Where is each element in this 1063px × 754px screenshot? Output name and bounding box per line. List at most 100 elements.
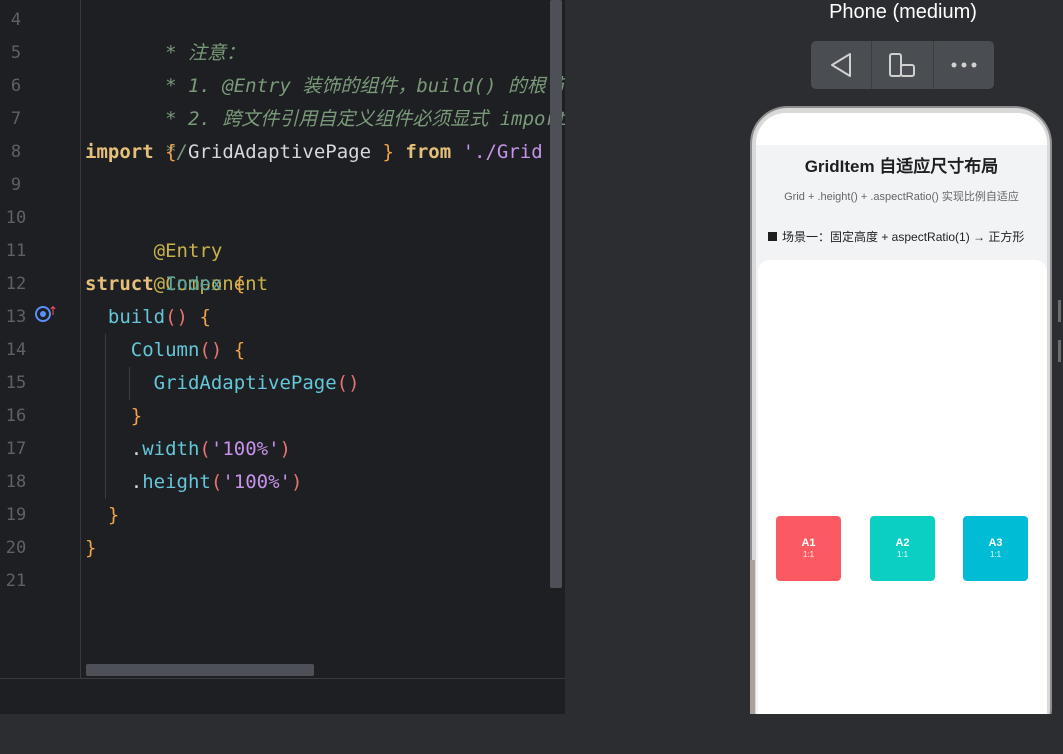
brace: } xyxy=(130,405,143,427)
function-name: GridAdaptivePage xyxy=(153,372,337,394)
grid-item-a2[interactable]: A2 1:1 xyxy=(870,516,935,581)
string-literal: './Grid xyxy=(462,141,543,163)
code-line-8[interactable]: import { GridAdaptivePage } from './Grid xyxy=(85,136,543,169)
string-literal: '100%' xyxy=(210,438,280,460)
brace: } xyxy=(382,141,394,163)
brace: { xyxy=(199,306,211,328)
line-number: 18 xyxy=(5,472,27,492)
line-number: 20 xyxy=(5,538,27,558)
line-gutter[interactable]: 4 5 6 7 8 9 10 11 12 13 14 15 16 17 18 1… xyxy=(0,0,80,678)
back-button[interactable] xyxy=(811,41,873,89)
code-editor[interactable]: 4 5 6 7 8 9 10 11 12 13 14 15 16 17 18 1… xyxy=(0,0,565,678)
grid-item-ratio: 1:1 xyxy=(802,550,815,559)
line-number: 13 xyxy=(5,307,27,327)
page-title: GridItem 自适应尺寸布局 xyxy=(804,157,999,176)
code-line-19[interactable]: } xyxy=(85,499,119,532)
code-line-11[interactable]: @Component xyxy=(85,235,268,295)
grid-item-name: A1 xyxy=(801,537,816,549)
code-line-5[interactable]: * 1. @Entry 装饰的组件，build() 的根节点必须 xyxy=(85,37,565,97)
line-number: 17 xyxy=(5,439,27,459)
vertical-scrollbar[interactable] xyxy=(550,0,562,588)
line-number: 9 xyxy=(10,175,22,195)
line-number: 12 xyxy=(5,274,27,294)
line-number: 8 xyxy=(10,142,22,162)
brace: { xyxy=(233,273,246,295)
app-window: 4 5 6 7 8 9 10 11 12 13 14 15 16 17 18 1… xyxy=(0,0,1063,754)
parens: () xyxy=(165,306,188,328)
grid-item-ratio: 1:1 xyxy=(896,550,909,559)
function-name: Column xyxy=(130,339,200,361)
line-number: 16 xyxy=(5,406,27,426)
implements-arrow-icon: ↑ xyxy=(48,304,59,318)
horizontal-scrollbar[interactable] xyxy=(86,664,314,676)
code-line-20[interactable]: } xyxy=(85,532,96,565)
more-icon xyxy=(951,62,977,68)
code-line-16[interactable]: } xyxy=(85,400,142,433)
code-line-14[interactable]: Column() { xyxy=(85,334,245,367)
dot: . xyxy=(130,438,143,460)
section-label-text: 场景一：固定高度 + aspectRatio(1) → 正方形 xyxy=(782,230,1025,244)
back-icon xyxy=(831,53,852,77)
status-area xyxy=(756,113,1047,145)
phone-edge xyxy=(750,560,755,714)
code-line-12[interactable]: struct Index { xyxy=(85,268,245,301)
rotate-device-button[interactable] xyxy=(872,41,934,89)
phone-side-button xyxy=(1058,340,1061,362)
code-line-10[interactable]: @Entry xyxy=(85,202,223,262)
code-line-6[interactable]: * 2. 跨文件引用自定义组件必须显式 import xyxy=(85,70,565,130)
paren: ) xyxy=(290,471,303,493)
code-line-17[interactable]: .width('100%') xyxy=(85,433,291,466)
function-name: height xyxy=(142,471,211,493)
code-line-13[interactable]: build() { xyxy=(85,301,211,334)
rotate-device-icon xyxy=(889,53,916,77)
line-number: 14 xyxy=(5,340,27,360)
string-literal: '100%' xyxy=(222,471,291,493)
page-subtitle: Grid + .height() + .aspectRatio() 实现比例自适… xyxy=(784,191,1019,203)
comment-text: * 2. 跨文件引用自定义组件必须显式 import xyxy=(153,108,565,130)
square-bullet-icon xyxy=(768,232,777,241)
line-number: 5 xyxy=(10,43,22,63)
grid-item-name: A2 xyxy=(895,537,910,549)
parens: () xyxy=(199,339,223,361)
line-number: 11 xyxy=(5,241,27,261)
grid-container: A1 1:1 A2 1:1 A3 1:1 xyxy=(758,260,1047,714)
editor-bottom-panel xyxy=(0,678,565,715)
more-button[interactable] xyxy=(934,41,994,89)
function-name: width xyxy=(142,438,200,460)
code-line-7[interactable]: */ xyxy=(85,103,188,163)
gutter-separator xyxy=(80,0,81,678)
grid-item-ratio: 1:1 xyxy=(989,550,1002,559)
phone-screen[interactable]: GridItem 自适应尺寸布局 Grid + .height() + .asp… xyxy=(756,113,1047,714)
type-name: Index xyxy=(165,273,223,295)
keyword-struct: struct xyxy=(85,273,154,295)
grid-item-a3[interactable]: A3 1:1 xyxy=(963,516,1028,581)
line-number: 19 xyxy=(5,505,27,525)
grid-item-name: A3 xyxy=(988,537,1003,549)
grid-item-a1[interactable]: A1 1:1 xyxy=(776,516,841,581)
identifier: GridAdaptivePage xyxy=(188,141,372,163)
phone-side-button xyxy=(1058,300,1061,322)
status-bar xyxy=(0,714,1063,754)
line-number: 10 xyxy=(5,208,27,228)
previewer-toolbar xyxy=(811,41,994,89)
brace: { xyxy=(165,141,177,163)
function-name: build xyxy=(107,306,166,328)
device-title: Phone (medium) xyxy=(829,1,977,23)
keyword-import: import xyxy=(85,141,154,163)
paren: ( xyxy=(199,438,211,460)
brace: } xyxy=(107,504,120,526)
code-line-18[interactable]: .height('100%') xyxy=(85,466,303,499)
line-number: 21 xyxy=(5,571,27,591)
code-line-15[interactable]: GridAdaptivePage() xyxy=(85,367,360,400)
paren: ) xyxy=(279,438,291,460)
keyword-from: from xyxy=(405,141,452,163)
line-number: 4 xyxy=(10,10,22,30)
brace: { xyxy=(233,339,246,361)
brace: } xyxy=(85,537,97,559)
line-number: 7 xyxy=(10,109,22,129)
parens: () xyxy=(336,372,360,394)
run-target-icon[interactable]: ↑ xyxy=(34,304,60,326)
line-number: 15 xyxy=(5,373,27,393)
code-line-4[interactable]: * 注意： xyxy=(85,4,245,64)
section-label: 场景一：固定高度 + aspectRatio(1) → 正方形 xyxy=(768,229,1047,245)
